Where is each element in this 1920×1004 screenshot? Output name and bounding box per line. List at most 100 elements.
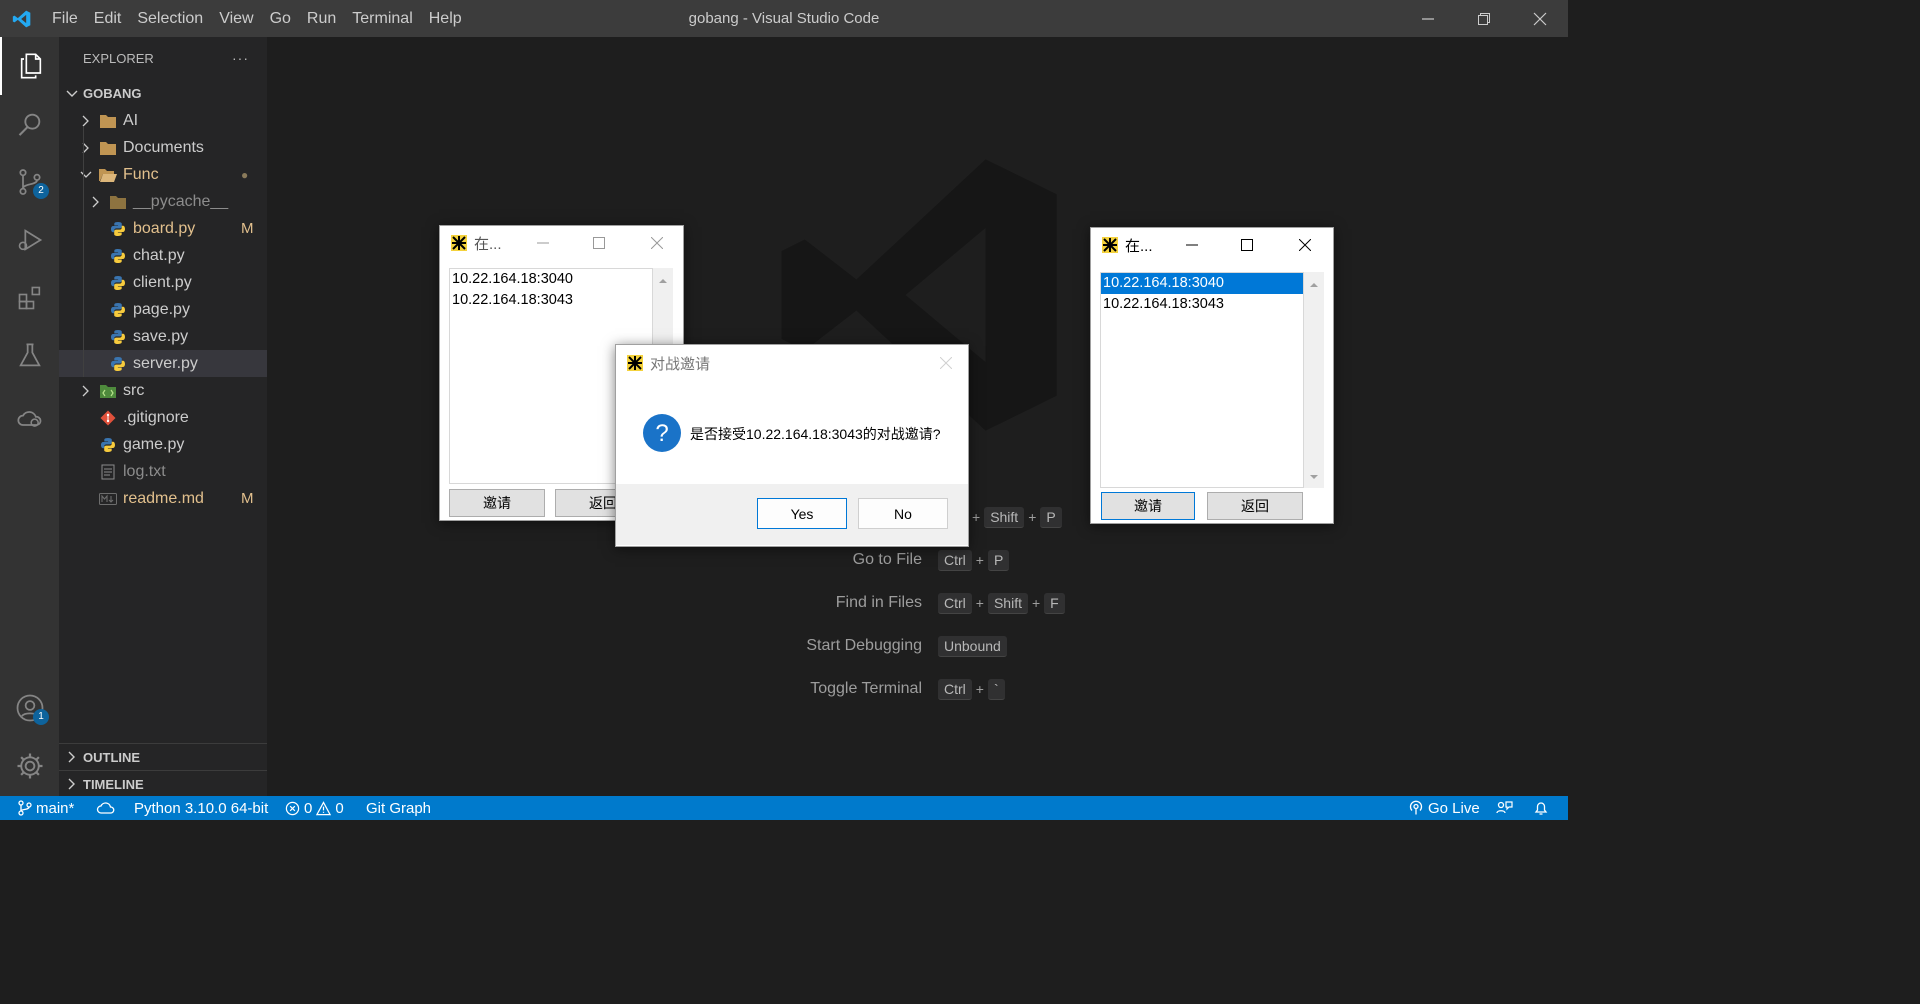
tree-item-game-py[interactable]: game.py [59,431,267,458]
run-debug-activity[interactable] [0,211,59,269]
key: Shift [984,506,1025,528]
list-item[interactable]: 10.22.164.18:3043 [450,290,652,311]
tree-item-server-py[interactable]: server.py [59,350,267,377]
chevron-right-icon [89,196,103,208]
go-live-label: Go Live [1428,799,1480,817]
more-actions-button[interactable]: ··· [232,50,249,66]
minimize-button[interactable] [1400,0,1456,37]
menu-help[interactable]: Help [421,0,470,37]
tree-item-log-txt[interactable]: log.txt [59,458,267,485]
tree-item-pycache[interactable]: __pycache__ [59,188,267,215]
left-close-button[interactable] [632,226,682,260]
yes-button[interactable]: Yes [757,498,847,529]
tree-item-documents[interactable]: Documents [59,134,267,161]
list-item[interactable]: 10.22.164.18:3040 [450,269,652,290]
chevron-down-icon [79,170,93,180]
tree-item-func[interactable]: Func ● [59,161,267,188]
sync-status[interactable] [96,796,116,820]
right-minimize-button[interactable] [1167,228,1217,262]
tree-item-label: readme.md [123,489,204,507]
remote-explorer-activity[interactable] [0,389,59,447]
no-button[interactable]: No [858,498,948,529]
tree-item-page-py[interactable]: page.py [59,296,267,323]
left-maximize-button[interactable] [574,226,624,260]
flask-icon [18,343,41,367]
branch-status[interactable]: main* [18,796,74,820]
shortcut-row: Go to File Ctrl + P [700,548,1080,572]
menu-view[interactable]: View [211,0,261,37]
left-invite-button[interactable]: 邀请 [449,489,545,517]
restore-button[interactable] [1456,0,1512,37]
menu-file[interactable]: File [44,0,86,37]
menu-selection[interactable]: Selection [129,0,211,37]
accounts-badge: 1 [33,709,49,725]
accounts-activity[interactable]: 1 [0,679,59,737]
tree-item-label: server.py [133,354,198,372]
explorer-header: EXPLORER ··· [59,37,267,79]
dialog-close-button[interactable] [924,345,968,381]
feedback-status[interactable] [1496,796,1513,820]
python-icon [109,247,127,265]
git-graph-status[interactable]: Git Graph [366,796,431,820]
right-close-button[interactable] [1280,228,1330,262]
close-button[interactable] [1512,0,1568,37]
scroll-up-icon [1310,283,1318,287]
scroll-up-icon [659,279,667,283]
tree-item-ai[interactable]: AI [59,107,267,134]
folder-icon [109,193,127,211]
vscode-logo-icon [0,0,44,37]
chevron-right-icon [79,385,93,397]
explorer-activity[interactable] [0,37,59,95]
menu-run[interactable]: Run [299,0,344,37]
bell-icon [1534,802,1548,815]
right-player-list[interactable]: 10.22.164.18:3040 10.22.164.18:3043 [1100,272,1304,488]
source-control-badge: 2 [33,183,49,199]
menu-edit[interactable]: Edit [86,0,130,37]
left-minimize-button[interactable] [518,226,568,260]
question-icon: ? [643,414,681,452]
outline-section[interactable]: OUTLINE [59,743,267,770]
svg-text:?: ? [655,420,668,447]
chevron-right-icon [68,778,75,790]
python-interpreter-status[interactable]: Python 3.10.0 64-bit [134,796,268,820]
tree-item-save-py[interactable]: save.py [59,323,267,350]
search-activity[interactable] [0,95,59,153]
testing-activity[interactable] [0,327,59,385]
tree-item-label: __pycache__ [133,192,229,210]
warning-icon [316,800,332,815]
right-list-scrollbar[interactable] [1304,272,1324,488]
list-item[interactable]: 10.22.164.18:3043 [1101,294,1303,315]
right-invite-button[interactable]: 邀请 [1101,492,1195,520]
python-icon [109,274,127,292]
text-file-icon [99,463,117,481]
python-icon [109,328,127,346]
tree-item-readme-md[interactable]: readme.md M [59,485,267,512]
timeline-section[interactable]: TIMELINE [59,770,267,797]
menu-terminal[interactable]: Terminal [344,0,420,37]
notifications-status[interactable] [1533,796,1549,820]
close-icon [940,357,952,369]
tree-item-client-py[interactable]: client.py [59,269,267,296]
menu-go[interactable]: Go [262,0,299,37]
tree-indent-guide [83,127,84,377]
close-icon [651,237,663,249]
tree-item-gitignore[interactable]: .gitignore [59,404,267,431]
right-maximize-button[interactable] [1222,228,1272,262]
folder-open-icon [99,166,117,184]
source-control-activity[interactable]: 2 [0,153,59,211]
modified-dot: ● [241,167,249,182]
tree-item-label: chat.py [133,246,185,264]
tree-item-label: client.py [133,273,192,291]
extensions-activity[interactable] [0,269,59,327]
go-live-status[interactable]: Go Live [1408,796,1480,820]
error-count: 0 [304,799,313,817]
tree-item-src[interactable]: src [59,377,267,404]
manage-activity[interactable] [0,737,59,795]
right-back-button[interactable]: 返回 [1207,492,1303,520]
tree-item-chat-py[interactable]: chat.py [59,242,267,269]
workspace-root[interactable]: GOBANG [59,80,267,107]
problems-status[interactable]: 0 0 [285,796,344,820]
tree-item-board-py[interactable]: board.py M [59,215,267,242]
tree-item-label: Documents [123,138,204,156]
list-item-selected[interactable]: 10.22.164.18:3040 [1101,273,1303,294]
